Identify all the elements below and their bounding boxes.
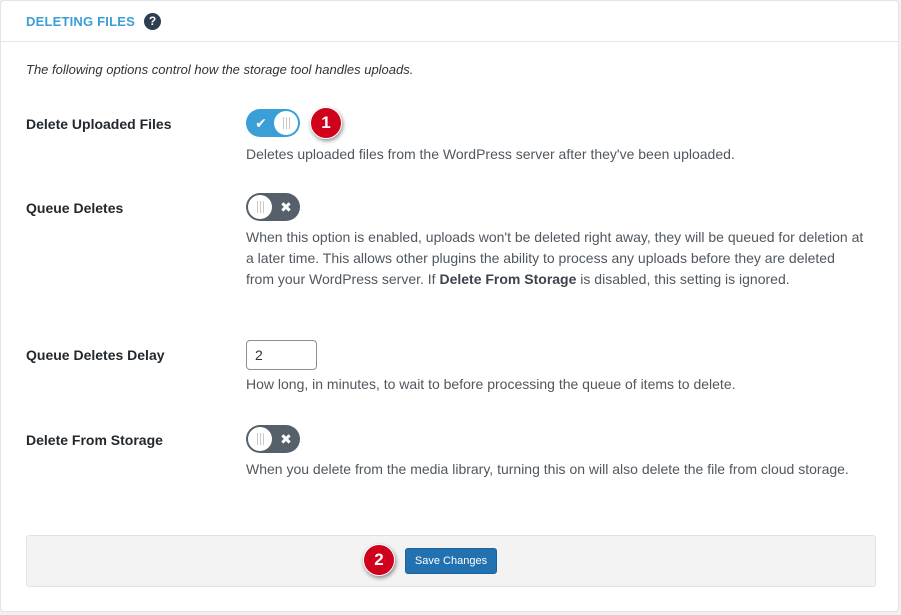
callout-badge-2: 2 xyxy=(363,544,395,576)
settings-panel: DELETING FILES ? xyxy=(0,0,899,612)
delete-from-storage-help: When you delete from the media library, … xyxy=(246,461,849,477)
delete-uploaded-files-toggle[interactable]: ✔ xyxy=(246,109,300,137)
queue-deletes-delay-input[interactable] xyxy=(246,340,317,370)
toggle-knob xyxy=(248,427,272,451)
section-description: The following options control how the st… xyxy=(26,62,414,77)
delete-uploaded-files-label: Delete Uploaded Files xyxy=(26,116,172,132)
delete-from-storage-toggle[interactable]: ✖ xyxy=(246,425,300,453)
delete-from-storage-label: Delete From Storage xyxy=(26,432,163,448)
grip-icon xyxy=(256,201,264,213)
queue-deletes-toggle[interactable]: ✖ xyxy=(246,193,300,221)
x-icon: ✖ xyxy=(280,430,292,447)
delete-from-storage-ref: Delete From Storage xyxy=(439,271,577,287)
queue-deletes-help: When this option is enabled, uploads won… xyxy=(246,229,864,287)
toggle-knob xyxy=(248,195,272,219)
queue-deletes-delay-label: Queue Deletes Delay xyxy=(26,347,165,363)
section-title: DELETING FILES xyxy=(26,13,135,29)
toggle-knob xyxy=(274,111,298,135)
callout-badge-1: 1 xyxy=(310,107,342,139)
delete-uploaded-files-help: Deletes uploaded files from the WordPres… xyxy=(246,146,735,162)
panel-header: DELETING FILES ? xyxy=(1,1,898,42)
save-changes-button[interactable]: Save Changes xyxy=(405,548,497,574)
checkmark-icon: ✔ xyxy=(255,114,267,131)
grip-icon xyxy=(282,117,290,129)
queue-deletes-label: Queue Deletes xyxy=(26,200,124,216)
queue-deletes-delay-help: How long, in minutes, to wait to before … xyxy=(246,376,736,392)
help-icon[interactable]: ? xyxy=(143,12,161,30)
grip-icon xyxy=(256,433,264,445)
x-icon: ✖ xyxy=(280,198,292,215)
